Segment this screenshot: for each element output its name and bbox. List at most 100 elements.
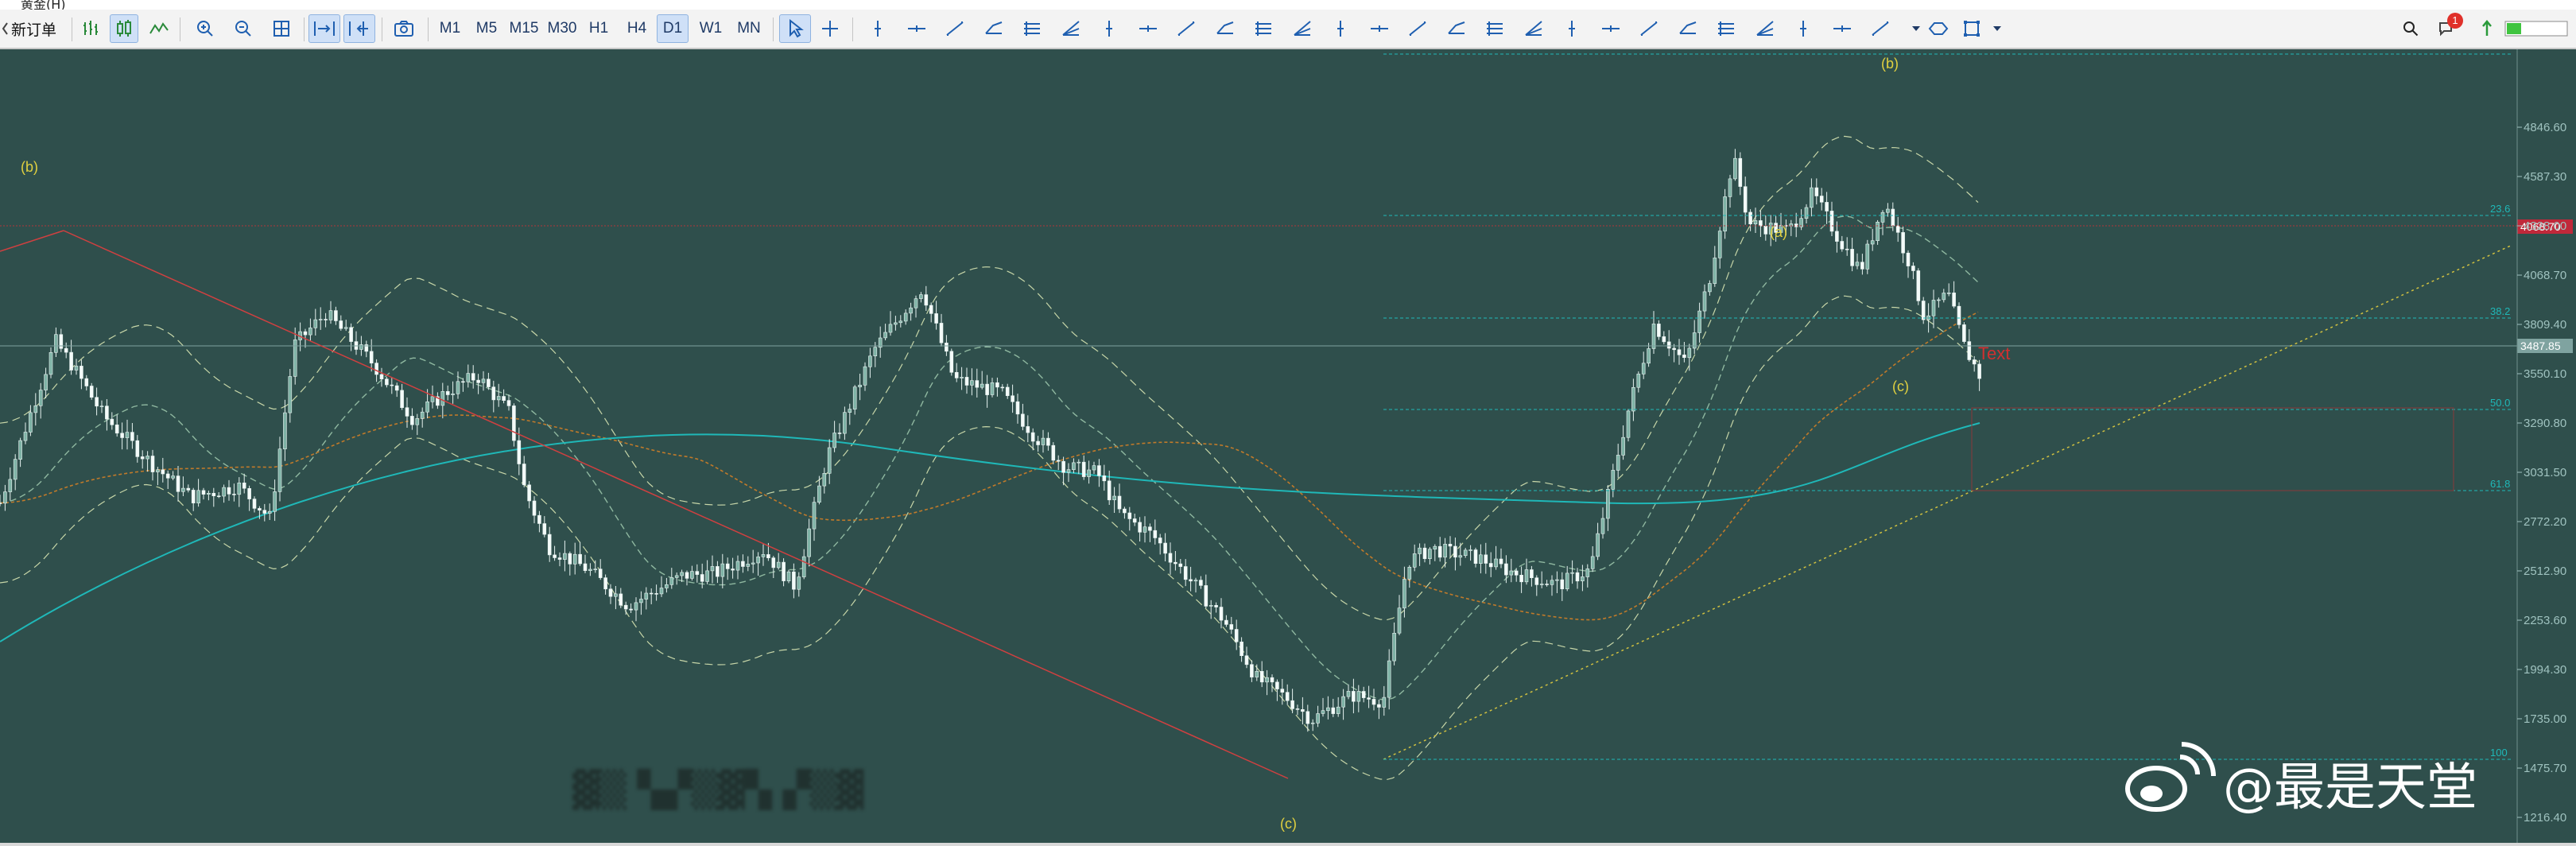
- candle-body: [99, 406, 104, 408]
- line-tool-icon[interactable]: [1751, 14, 1779, 43]
- fullscreen-icon[interactable]: [1957, 14, 1986, 43]
- cycle-lines-icon[interactable]: [1288, 14, 1317, 43]
- candle-body: [1524, 569, 1529, 583]
- zoom-in-icon[interactable]: [191, 14, 219, 43]
- candle-body: [1265, 677, 1269, 683]
- rectangle-label-icon[interactable]: [1828, 14, 1856, 43]
- gann-icon[interactable]: [1211, 14, 1240, 43]
- crosshair-icon[interactable]: [816, 14, 844, 43]
- label-icon[interactable]: [1249, 14, 1278, 43]
- fib-arc-icon[interactable]: [1519, 14, 1548, 43]
- candle-body: [832, 433, 836, 448]
- candle-body: [776, 561, 781, 569]
- candle-body: [980, 383, 984, 388]
- candle-body: [506, 400, 511, 406]
- new-order-button[interactable]: 新订单: [11, 14, 67, 43]
- candle-body: [186, 487, 191, 491]
- candle-body: [1316, 713, 1320, 724]
- timeframe-w1[interactable]: W1: [696, 14, 725, 43]
- arrows-icon[interactable]: [1442, 14, 1471, 43]
- candle-body: [502, 396, 506, 401]
- andrews-icon[interactable]: [1674, 14, 1702, 43]
- tile-windows-icon[interactable]: [267, 14, 296, 43]
- horizontal-line-icon[interactable]: [902, 14, 931, 43]
- candle-body: [1484, 554, 1488, 564]
- window-titlebar: 黄金(H): [0, 0, 2576, 10]
- timeframe-m1[interactable]: M1: [437, 14, 463, 43]
- candle-body: [29, 412, 33, 433]
- candle-body: [1178, 563, 1183, 567]
- chart-shift-icon[interactable]: [343, 14, 375, 43]
- candle-body: [120, 433, 124, 438]
- candle-body: [873, 347, 878, 357]
- candle-body: [430, 396, 435, 402]
- trend-angle-icon[interactable]: [980, 14, 1008, 43]
- ray-icon[interactable]: [1095, 14, 1123, 43]
- candle-body: [1061, 460, 1065, 473]
- settings-dropdown-icon[interactable]: [1988, 14, 2007, 43]
- candlestick-icon[interactable]: [110, 14, 138, 43]
- candle-body: [1697, 310, 1701, 333]
- object-list-icon[interactable]: [1924, 14, 1953, 43]
- bar-chart-icon[interactable]: [76, 14, 105, 43]
- candle-body: [471, 373, 475, 381]
- candle-body: [130, 432, 134, 441]
- chart-background: [0, 49, 2576, 843]
- candle-body: [1759, 220, 1763, 227]
- candle-body: [725, 563, 730, 569]
- candle-body: [868, 355, 872, 367]
- candle-body: [659, 588, 664, 595]
- line-chart-icon[interactable]: [145, 14, 173, 43]
- candle-body: [1499, 558, 1503, 565]
- gann-fan-icon[interactable]: [1558, 14, 1586, 43]
- fib-timezone-icon[interactable]: [1635, 14, 1663, 43]
- chart-object-icon[interactable]: [1789, 14, 1818, 43]
- candle-body: [237, 482, 242, 495]
- regression-icon[interactable]: [1403, 14, 1432, 43]
- candle-body: [1199, 580, 1203, 586]
- candle-body: [13, 459, 17, 480]
- image-icon[interactable]: [1866, 14, 1895, 43]
- candle-body: [1468, 549, 1472, 551]
- candle-body: [1977, 363, 1981, 379]
- std-channel-icon[interactable]: [1712, 14, 1740, 43]
- candle-body: [1840, 241, 1845, 250]
- channel-icon[interactable]: [1018, 14, 1046, 43]
- candle-body: [1738, 157, 1743, 187]
- vertical-line-icon[interactable]: [863, 14, 892, 43]
- timeframe-d1[interactable]: D1: [657, 14, 689, 43]
- cursor-icon[interactable]: [779, 14, 811, 43]
- toolbar-grip[interactable]: [0, 14, 10, 43]
- candle-body: [1255, 670, 1259, 677]
- candle-body: [110, 418, 114, 425]
- candle-body: [1504, 563, 1508, 576]
- trendline-icon[interactable]: [941, 14, 969, 43]
- price-tick-label: 4328.00: [2524, 219, 2566, 233]
- shapes-icon[interactable]: [1365, 14, 1394, 43]
- candle-body: [313, 319, 318, 328]
- speed-lines-icon[interactable]: [1596, 14, 1625, 43]
- candle-body: [761, 554, 766, 557]
- timeframe-m15[interactable]: M15: [507, 14, 541, 43]
- screenshot-icon[interactable]: [390, 14, 418, 43]
- elliott-wave-icon[interactable]: [1326, 14, 1355, 43]
- zoom-out-icon[interactable]: [229, 14, 258, 43]
- candle-body: [328, 310, 333, 320]
- notifications-button[interactable]: 1: [2431, 13, 2463, 43]
- text-icon[interactable]: [1057, 14, 1085, 43]
- fib-fan-icon[interactable]: [1480, 14, 1509, 43]
- timeframe-h1[interactable]: H1: [585, 14, 612, 43]
- candle-body: [496, 396, 501, 401]
- auto-scroll-icon[interactable]: [308, 14, 340, 43]
- candle-body: [700, 574, 704, 582]
- price-chart[interactable]: 23.6 38.2 50.0 61.8 100 (b) (b) (a) (c) (c) Text 4…: [0, 49, 2576, 843]
- fibonacci-level-label: 23.6: [2490, 203, 2510, 215]
- timeframe-m30[interactable]: M30: [544, 14, 580, 43]
- timeframe-h4[interactable]: H4: [623, 14, 650, 43]
- timeframe-mn[interactable]: MN: [733, 14, 765, 43]
- timeframe-m5[interactable]: M5: [474, 14, 499, 43]
- search-icon[interactable]: [2396, 14, 2425, 43]
- candle-body: [252, 499, 257, 509]
- fibonacci-icon[interactable]: [1172, 14, 1201, 43]
- pitchfork-icon[interactable]: [1134, 14, 1162, 43]
